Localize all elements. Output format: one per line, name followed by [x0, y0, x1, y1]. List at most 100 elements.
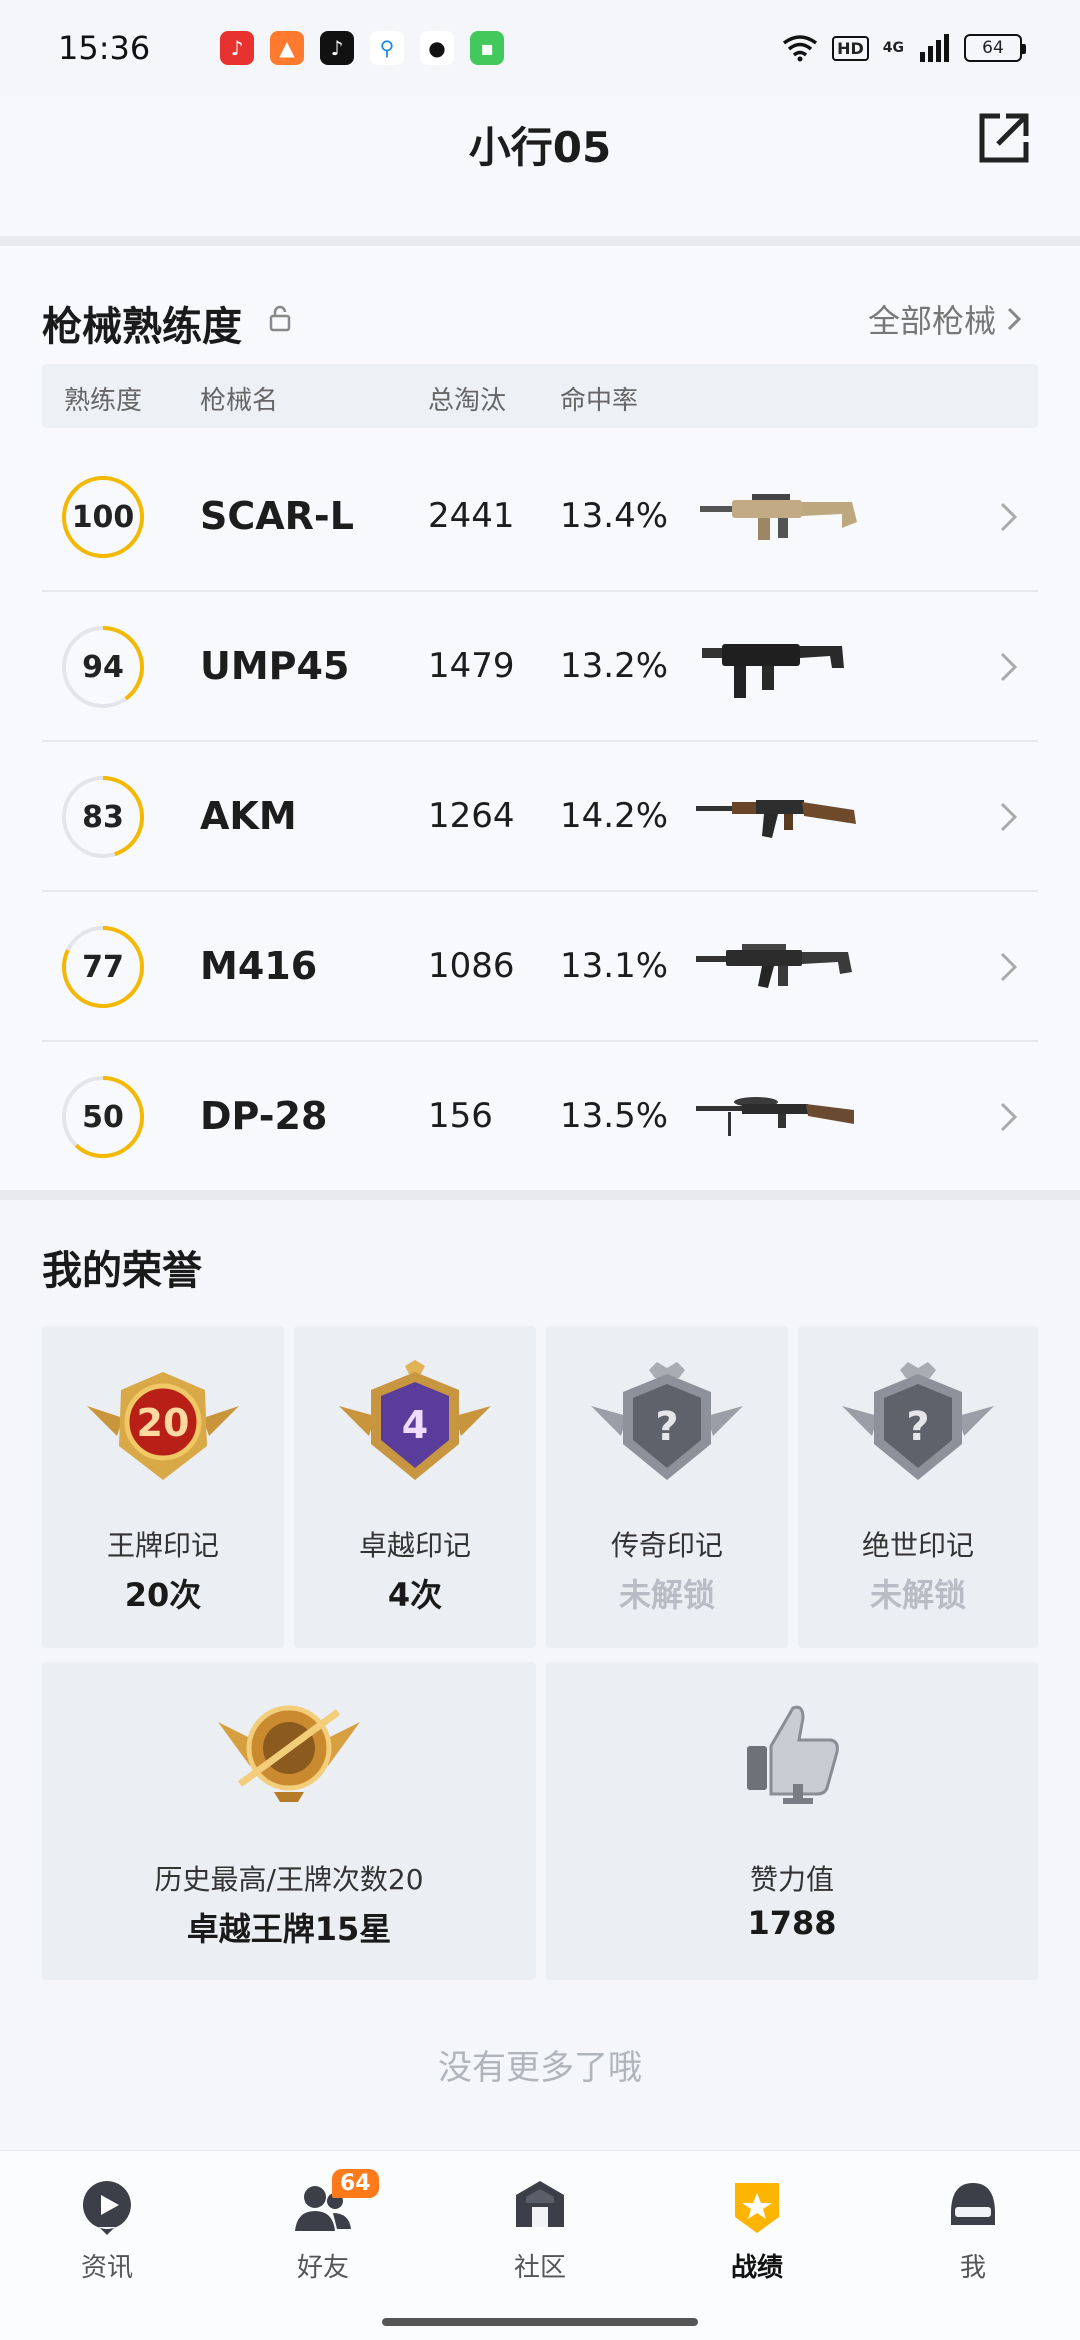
weapon-kills: 1086 — [428, 946, 515, 986]
status-app-icons: ♪ ▲ ♪ ⚲ ● ▪ — [220, 31, 504, 65]
chevron-right-icon — [1000, 502, 1018, 532]
weapon-table-header: 熟练度 枪械名 总淘汰 命中率 — [42, 364, 1038, 428]
community-house-icon — [516, 2181, 564, 2227]
weapon-kills: 2441 — [428, 496, 515, 536]
message-app-icon: ▪ — [470, 31, 504, 65]
chevron-right-icon — [1000, 952, 1018, 982]
nav-label: 战绩 — [730, 2253, 783, 2283]
honor-name: 赞力值 — [749, 1863, 834, 1896]
search-app-icon: ⚲ — [370, 31, 404, 65]
akm-rifle-icon — [696, 800, 856, 838]
news-play-icon — [82, 2181, 131, 2235]
honor-card-legendary[interactable]: ? 传奇印记 未解锁 — [546, 1326, 788, 1648]
weapon-name: AKM — [200, 794, 297, 838]
nav-label: 资讯 — [80, 2253, 133, 2283]
weapon-row-m416[interactable]: 77 M416 1086 13.1% — [42, 892, 1038, 1042]
honor-value: 卓越王牌15星 — [186, 1910, 392, 1948]
ace-badge-number: 20 — [137, 1401, 190, 1445]
weapon-accuracy: 14.2% — [560, 796, 669, 836]
weapon-name: M416 — [200, 944, 318, 988]
stats-medal-icon — [735, 2183, 779, 2233]
weapon-name: DP-28 — [200, 1094, 328, 1138]
honor-card-likes[interactable]: 赞力值 1788 — [546, 1662, 1038, 1980]
helmet-profile-icon — [951, 2183, 995, 2225]
m416-rifle-icon — [696, 944, 852, 988]
battery-icon: 64 — [964, 34, 1026, 62]
chevron-right-icon — [1000, 1102, 1018, 1132]
col-kills: 总淘汰 — [428, 386, 507, 416]
weapon-section-title: 枪械熟练度 — [42, 304, 242, 350]
honors-section: 我的荣誉 20 王牌印记 20次 4 卓越印记 4次 ? 传奇印记 未解锁 ? … — [0, 1200, 1080, 2150]
lock-icon[interactable] — [268, 304, 292, 332]
weapon-name: SCAR-L — [200, 494, 354, 538]
weapon-row-dp-28[interactable]: 50 DP-28 156 13.5% — [42, 1042, 1038, 1192]
honor-name: 绝世印记 — [861, 1529, 974, 1562]
game-app-icon: ▲ — [270, 31, 304, 65]
page-header: 小行05 — [0, 96, 1080, 236]
honor-value: 1788 — [747, 1904, 837, 1942]
share-icon[interactable] — [974, 108, 1034, 168]
nav-friends[interactable]: 64 好友 — [248, 2169, 398, 2297]
status-time: 15:36 — [58, 29, 151, 67]
honor-card-excellent[interactable]: 4 卓越印记 4次 — [294, 1326, 536, 1648]
weapon-accuracy: 13.1% — [560, 946, 669, 986]
section-divider — [0, 236, 1080, 246]
mastery-level: 77 — [82, 949, 124, 985]
chevron-right-icon — [1000, 652, 1018, 682]
wifi-icon — [783, 35, 818, 62]
weapon-mastery-section: 枪械熟练度 全部枪械 熟练度 枪械名 总淘汰 命中率 100 SCAR-L 24… — [0, 246, 1080, 1190]
excellent-badge-number: 4 — [402, 1403, 428, 1447]
nav-stats[interactable]: 战绩 — [682, 2177, 832, 2297]
peerless-badge-glyph: ? — [906, 1404, 929, 1450]
dp-28-lmg-icon — [696, 1097, 854, 1136]
bottom-nav: 资讯 64 好友 社区 战绩 我 — [0, 2150, 1080, 2340]
no-more-hint: 没有更多了哦 — [438, 2048, 642, 2088]
weapon-row-akm[interactable]: 83 AKM 1264 14.2% — [42, 742, 1038, 892]
honor-card-ace[interactable]: 20 王牌印记 20次 — [42, 1326, 284, 1648]
honor-value: 未解锁 — [869, 1576, 966, 1614]
honor-value: 未解锁 — [618, 1576, 715, 1614]
honor-card-peerless[interactable]: ? 绝世印记 未解锁 — [798, 1326, 1038, 1648]
weapon-name: UMP45 — [200, 644, 350, 688]
status-bar: 15:36 ♪ ▲ ♪ ⚲ ● ▪ HD 4G 64 — [0, 0, 1080, 96]
mastery-level: 100 — [71, 499, 135, 535]
honor-value: 4次 — [387, 1576, 443, 1614]
peerless-locked-badge-icon: ? — [842, 1362, 994, 1480]
chevron-right-icon — [1000, 802, 1018, 832]
honors-section-title: 我的荣誉 — [42, 1248, 202, 1294]
weapon-accuracy: 13.4% — [560, 496, 669, 536]
all-weapons-label: 全部枪械 — [867, 302, 996, 340]
weapon-kills: 156 — [428, 1096, 493, 1136]
chevron-right-icon — [1007, 307, 1022, 331]
legendary-badge-glyph: ? — [655, 1404, 678, 1450]
nav-news[interactable]: 资讯 — [32, 2177, 182, 2297]
signal-icon — [920, 34, 949, 62]
mastery-level: 94 — [82, 649, 124, 685]
hd-icon: HD — [832, 35, 869, 61]
section-divider — [0, 1190, 1080, 1200]
honor-card-history-best[interactable]: 历史最高/王牌次数20 卓越王牌15星 — [42, 1662, 536, 1980]
nav-label: 我 — [959, 2253, 986, 2283]
all-weapons-link[interactable]: 全部枪械 — [868, 296, 1022, 342]
page-title: 小行05 — [468, 123, 612, 172]
col-accuracy: 命中率 — [560, 386, 639, 416]
honor-name: 历史最高/王牌次数20 — [154, 1863, 424, 1896]
nav-me[interactable]: 我 — [898, 2177, 1048, 2297]
mastery-level: 83 — [82, 799, 124, 835]
honor-value: 20次 — [124, 1576, 202, 1614]
weapon-accuracy: 13.5% — [560, 1096, 669, 1136]
thumbs-up-icon — [747, 1705, 839, 1804]
scar-l-rifle-icon — [700, 494, 857, 540]
nav-community[interactable]: 社区 — [465, 2177, 615, 2297]
weapon-kills: 1264 — [428, 796, 515, 836]
honor-name: 王牌印记 — [106, 1529, 219, 1562]
legendary-locked-badge-icon: ? — [591, 1362, 743, 1480]
tiktok-app-icon: ♪ — [320, 31, 354, 65]
weapon-accuracy: 13.2% — [560, 646, 669, 686]
home-indicator[interactable] — [382, 2318, 698, 2326]
ump45-smg-icon — [702, 644, 844, 698]
nav-label: 好友 — [296, 2253, 349, 2283]
weapon-row-ump45[interactable]: 94 UMP45 1479 13.2% — [42, 592, 1038, 742]
honor-name: 传奇印记 — [610, 1529, 723, 1562]
weapon-row-scar-l[interactable]: 100 SCAR-L 2441 13.4% — [42, 442, 1038, 592]
